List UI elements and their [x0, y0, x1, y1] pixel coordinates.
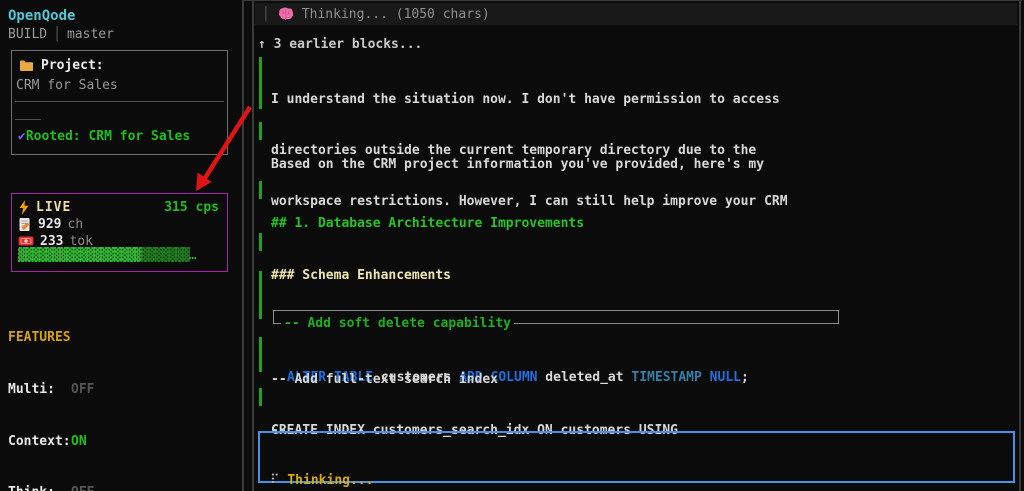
live-stats-panel: LIVE 315 cps 929 ch 233 tok ▓▓▓▓▓▓▓▓▓▓▓▓… [11, 193, 228, 272]
chat-area: │ Thinking... (1050 chars) ↑ 3 earlier b… [253, 0, 1019, 491]
chars-value: 929 [38, 217, 61, 232]
command-input-box[interactable]: ⠏ Thinking... > Type command or message.… [258, 431, 1015, 483]
app-title: OpenQode [8, 8, 75, 24]
sql-comment-title: -- Add soft delete capability [281, 315, 514, 332]
earlier-blocks-indicator[interactable]: ↑ 3 earlier blocks... [258, 37, 422, 54]
status-line: ⠏ Thinking... [270, 472, 1013, 489]
build-label: BUILD [8, 27, 47, 42]
sidebar-divider [242, 0, 244, 491]
features-title: FEATURES [8, 329, 102, 346]
cps-value: 315 cps [164, 200, 219, 215]
sql-code-block: -- Add soft delete capability ALTER TABL… [259, 271, 1015, 319]
toggle-context: Context:ON [8, 433, 102, 450]
markdown-heading-2: ## 1. Database Architecture Improvements [259, 181, 1015, 199]
build-branch-line: BUILD│master [8, 27, 114, 42]
sql-code-block: -- Add full-text search index CREATE IND… [259, 337, 1015, 372]
toggle-multi: Multi:OFF [8, 381, 102, 398]
block-bar: │ [262, 7, 270, 22]
sidebar: OpenQode BUILD│master Project: CRM for S… [0, 0, 242, 491]
folder-icon [19, 59, 34, 72]
tokens-unit: tok [69, 234, 92, 249]
divider-short [15, 119, 41, 120]
code-box-frame: -- Add soft delete capability [273, 310, 839, 324]
lightning-icon [18, 200, 30, 215]
git-branch: master [67, 27, 114, 42]
assistant-paragraph: I understand the situation now. I don't … [259, 57, 1015, 109]
separator: │ [47, 27, 67, 42]
features-section: FEATURES Multi:OFF Context:ON Think:OFF … [8, 295, 102, 491]
rooted-status: ✔Rooted: CRM for Sales [18, 129, 190, 144]
progress-bar: ▓▓▓▓▓▓▓▓▓▓▓▓▓▓▓▓▓▓▓▓▓▓▓▓▓… [18, 248, 197, 263]
spinner-icon: ⠏ [270, 473, 280, 488]
project-label: Project: [41, 58, 104, 73]
project-panel: Project: CRM for Sales ✔Rooted: CRM for … [11, 50, 228, 155]
ticket-icon [18, 235, 34, 247]
check-icon: ✔ [18, 129, 26, 144]
toggle-think: Think:OFF [8, 484, 102, 491]
markdown-heading-3: ### Schema Enhancements [259, 233, 1015, 251]
live-label: LIVE [36, 200, 71, 215]
main-right-border [1019, 0, 1021, 491]
thinking-block-header[interactable]: │ Thinking... (1050 chars) [255, 3, 1017, 25]
memo-icon [18, 217, 32, 232]
chars-unit: ch [67, 217, 83, 232]
status-text: Thinking... [287, 473, 373, 488]
sql-comment: -- Add full-text search index [271, 371, 1015, 388]
brain-icon [278, 7, 294, 21]
divider [15, 101, 224, 102]
assistant-paragraph: Based on the CRM project information you… [259, 122, 1015, 140]
dashes-block: -- [259, 388, 1015, 406]
thinking-header-label: Thinking... (1050 chars) [302, 7, 490, 22]
project-name: CRM for Sales [16, 78, 118, 93]
tokens-value: 233 [40, 234, 63, 249]
